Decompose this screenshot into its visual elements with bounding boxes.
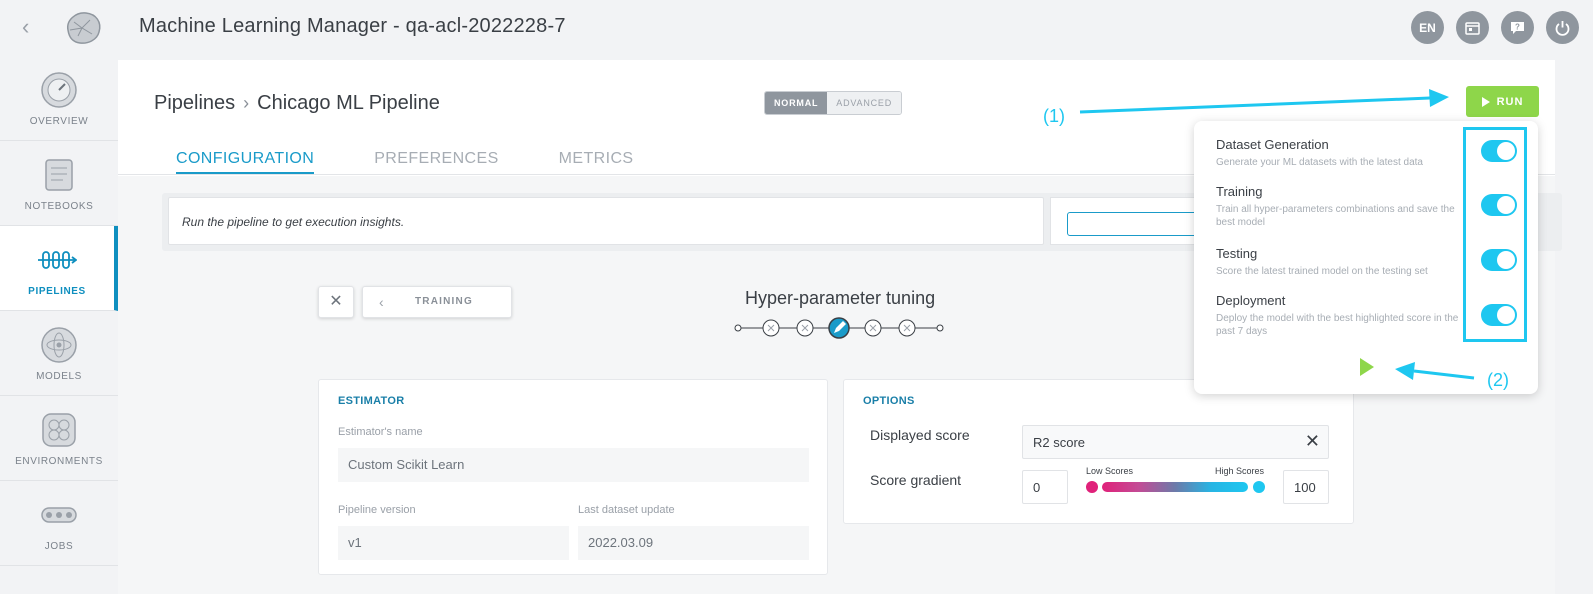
run-option-description: Generate your ML datasets with the lates… <box>1216 157 1423 168</box>
step-end-dot <box>936 324 944 332</box>
breadcrumb-root[interactable]: Pipelines <box>154 92 235 115</box>
breadcrumb-current: Chicago ML Pipeline <box>257 92 440 114</box>
tab-preferences[interactable]: PREFERENCES <box>374 150 498 174</box>
sidebar-item-label: OVERVIEW <box>29 116 89 127</box>
run-option-title: Dataset Generation <box>1216 137 1329 152</box>
pipeline-version-field[interactable]: v1 <box>338 526 569 560</box>
run-option-description: Deploy the model with the best highlight… <box>1216 313 1459 337</box>
top-bar: ‹ Machine Learning Manager - qa-acl-2022… <box>0 0 1593 56</box>
help-button[interactable]: ? <box>1501 11 1534 44</box>
sidebar-item-label: MODELS <box>36 371 82 382</box>
chevron-left-icon: ‹ <box>379 294 385 310</box>
estimator-card: ESTIMATOR Estimator's name Custom Scikit… <box>318 379 828 575</box>
mode-advanced-button[interactable]: ADVANCED <box>827 92 902 114</box>
help-chat-icon: ? <box>1511 22 1524 34</box>
sidebar-item-label: JOBS <box>44 541 74 552</box>
sidebar-item-label: NOTEBOOKS <box>24 201 94 212</box>
annotation-label-one: (1) <box>1043 106 1065 126</box>
clear-icon[interactable]: ✕ <box>1305 431 1320 452</box>
step-testing-icon <box>864 319 882 337</box>
high-color-dot[interactable] <box>1253 481 1265 493</box>
run-option-title: Training <box>1216 184 1263 199</box>
mode-toggle: NORMAL ADVANCED <box>764 91 903 115</box>
estimator-section-title: ESTIMATOR <box>338 395 405 407</box>
brain-logo-icon <box>67 12 101 44</box>
mode-normal-button[interactable]: NORMAL <box>765 92 828 114</box>
step-title: Hyper-parameter tuning <box>745 288 936 308</box>
estimator-name-field[interactable]: Custom Scikit Learn <box>338 448 809 482</box>
step-tuning-icon <box>828 317 850 339</box>
options-card: OPTIONS Displayed score R2 score ✕ Score… <box>843 379 1354 524</box>
back-to-training-label: TRAINING <box>415 296 473 307</box>
pipeline-icon <box>38 251 77 269</box>
breadcrumb: Pipelines › Chicago ML Pipeline <box>154 92 440 115</box>
run-button[interactable]: RUN <box>1466 86 1539 117</box>
score-gradient-bar <box>1102 482 1248 492</box>
estimator-name-label: Estimator's name <box>338 426 423 438</box>
gradient-max-input[interactable]: 100 <box>1283 470 1329 504</box>
back-arrow-icon[interactable]: ‹ <box>22 14 42 40</box>
back-to-training-button[interactable]: ‹ TRAINING <box>362 286 512 318</box>
app-title: Machine Learning Manager - qa-acl-202222… <box>139 15 566 37</box>
displayed-score-value: R2 score <box>1033 435 1086 450</box>
close-button[interactable]: ✕ <box>318 286 354 318</box>
notebook-icon <box>45 159 73 191</box>
run-option-deployment: Deployment Deploy the model with the bes… <box>1216 293 1476 338</box>
run-option-description: Train all hyper-parameters combinations … <box>1216 204 1455 228</box>
top-icons: EN ? <box>1411 11 1579 44</box>
insights-message: Run the pipeline to get execution insigh… <box>168 197 1044 245</box>
displayed-score-label: Displayed score <box>870 427 970 443</box>
sidebar-item-notebooks[interactable]: NOTEBOOKS <box>0 141 118 226</box>
svg-text:?: ? <box>1515 23 1520 32</box>
low-color-dot[interactable] <box>1086 481 1098 493</box>
options-section-title: OPTIONS <box>863 395 915 407</box>
run-option-title: Deployment <box>1216 293 1286 308</box>
step-progress <box>734 317 944 339</box>
sidebar-item-jobs[interactable]: JOBS <box>0 481 118 566</box>
sidebar-item-pipelines[interactable]: PIPELINES <box>0 226 118 311</box>
run-option-testing: Testing Score the latest trained model o… <box>1216 246 1476 278</box>
gauge-icon <box>41 72 77 108</box>
calendar-icon <box>1465 22 1480 35</box>
toggles-highlight-box <box>1463 127 1527 342</box>
run-button-label: RUN <box>1496 95 1524 108</box>
step-start-dot <box>734 324 742 332</box>
play-icon <box>1481 96 1490 107</box>
step-training-icon <box>796 319 814 337</box>
sidebar-item-label: ENVIRONMENTS <box>15 456 103 467</box>
annotation-label-two: (2) <box>1487 370 1509 390</box>
confirm-run-play-icon[interactable] <box>1360 358 1374 376</box>
chevron-right-icon: › <box>243 93 250 113</box>
tab-configuration[interactable]: CONFIGURATION <box>176 150 315 174</box>
calendar-button[interactable] <box>1456 11 1489 44</box>
dataset-update-field[interactable]: 2022.03.09 <box>578 526 809 560</box>
sidebar-item-label: PIPELINES <box>28 286 86 297</box>
score-gradient-label: Score gradient <box>870 472 962 488</box>
conveyor-icon <box>41 507 77 523</box>
sidebar-item-models[interactable]: MODELS <box>0 311 118 396</box>
low-scores-label: Low Scores <box>1086 466 1134 476</box>
atom-icon <box>41 327 77 363</box>
run-option-training: Training Train all hyper-parameters comb… <box>1216 184 1476 229</box>
power-button[interactable] <box>1546 11 1579 44</box>
tab-metrics[interactable]: METRICS <box>559 150 634 174</box>
gradient-min-input[interactable]: 0 <box>1022 470 1068 504</box>
hexagon-grid-icon <box>42 413 76 447</box>
step-dataset-icon <box>762 319 780 337</box>
run-option-description: Score the latest trained model on the te… <box>1216 266 1428 277</box>
dataset-update-label: Last dataset update <box>578 504 675 516</box>
language-button[interactable]: EN <box>1411 11 1444 44</box>
sidebar-item-environments[interactable]: ENVIRONMENTS <box>0 396 118 481</box>
displayed-score-select[interactable]: R2 score ✕ <box>1022 425 1329 459</box>
high-scores-label: High Scores <box>1215 466 1265 476</box>
run-option-dataset-generation: Dataset Generation Generate your ML data… <box>1216 137 1476 169</box>
tab-bar: CONFIGURATION PREFERENCES METRICS <box>176 150 633 174</box>
pipeline-version-label: Pipeline version <box>338 504 416 516</box>
run-option-title: Testing <box>1216 246 1258 261</box>
sidebar: OVERVIEW NOTEBOOKS PIPELINES MODELS ENVI… <box>0 56 118 594</box>
sidebar-item-overview[interactable]: OVERVIEW <box>0 56 118 141</box>
power-icon <box>1555 21 1570 36</box>
step-deploy-icon <box>898 319 916 337</box>
